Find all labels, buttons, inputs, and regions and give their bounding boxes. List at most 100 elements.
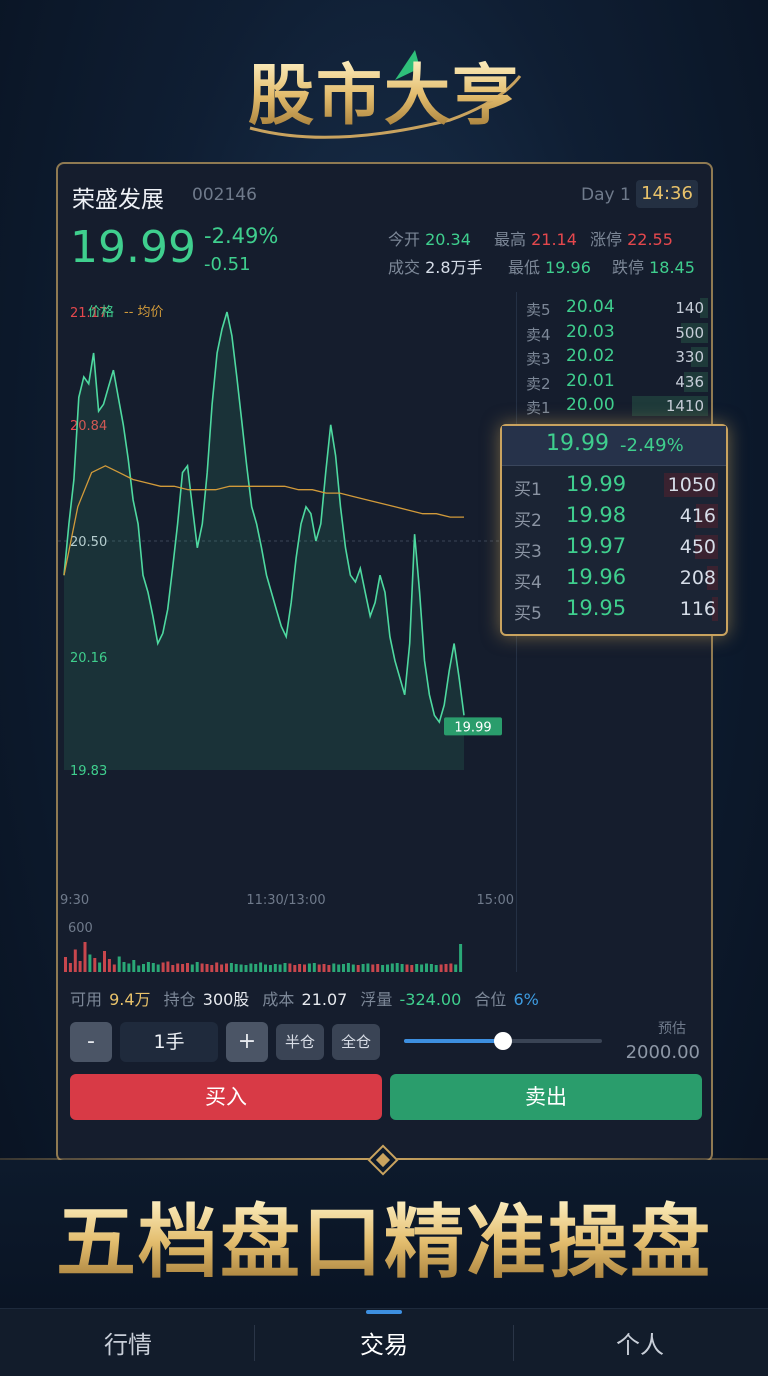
volume-bar (332, 963, 336, 972)
legend-price: 价格 (88, 304, 114, 320)
stat-high: 最高 21.14 (494, 230, 577, 249)
ask-row[interactable]: 卖1 20.00 1410 (518, 394, 708, 418)
ask-price: 20.02 (566, 346, 615, 366)
bid-level-label: 买5 (514, 604, 542, 624)
position-slider[interactable] (404, 1032, 602, 1050)
volume-bar (337, 964, 341, 972)
volume-bar (137, 965, 141, 972)
volume-bar (229, 963, 233, 972)
volume-bar (244, 965, 248, 972)
bid-level-label: 买3 (514, 542, 542, 562)
volume-bar (156, 964, 160, 972)
volume-bar (264, 964, 267, 972)
volume-bar (415, 964, 419, 972)
increase-qty-button[interactable]: + (226, 1022, 268, 1062)
volume-bar (283, 963, 287, 972)
decrease-qty-button[interactable]: - (70, 1022, 112, 1062)
ask-volume: 1410 (665, 397, 704, 415)
ask-volume: 140 (675, 299, 704, 317)
volume-bar (361, 964, 365, 972)
volume-bar (386, 964, 389, 972)
bid-volume: 116 (679, 598, 716, 620)
volume-bar (117, 956, 121, 972)
tab-market[interactable]: 行情 (0, 1325, 256, 1360)
volume-bar (132, 960, 136, 972)
ask-row[interactable]: 卖2 20.01 436 (518, 370, 708, 394)
volume-bar (161, 962, 165, 972)
bid-volume: 208 (679, 567, 716, 589)
bid-book-header: 19.99 -2.49% (502, 426, 726, 466)
quantity-input[interactable]: 1手 (120, 1022, 218, 1062)
bid-header-price: 19.99 (546, 431, 609, 456)
volume-bar (88, 954, 92, 972)
bid-row[interactable]: 买5 19.95 116 (502, 594, 726, 624)
ask-volume: 436 (675, 372, 704, 391)
ask-row[interactable]: 卖4 20.03 500 (518, 321, 708, 345)
volume-bar (146, 962, 150, 972)
volume-bar (171, 965, 175, 972)
tab-profile[interactable]: 个人 (512, 1325, 768, 1360)
ask-row[interactable]: 卖3 20.02 330 (518, 345, 708, 369)
app-logo: 股市大亨 (248, 50, 522, 139)
ask-price: 20.00 (566, 395, 615, 415)
current-price: 19.99 (70, 222, 196, 273)
half-position-button[interactable]: 半仓 (276, 1024, 324, 1060)
volume-bar (449, 963, 453, 972)
volume-bar (176, 963, 180, 972)
volume-bar (371, 964, 375, 972)
bid-row[interactable]: 买2 19.98 416 (502, 501, 726, 531)
bid-price: 19.97 (566, 534, 627, 558)
volume-bar (298, 964, 302, 972)
bid-price: 19.96 (566, 565, 627, 589)
ask-price: 20.03 (566, 321, 615, 342)
stat-low: 最低 19.96 (508, 258, 591, 277)
volume-bar (142, 964, 145, 972)
stat-open: 今开 20.34 (388, 230, 471, 249)
volume-bar (395, 963, 399, 972)
volume-bar (215, 962, 219, 972)
chart-canvas: 21.1720.8420.5020.1619.83价格-- 均价19.999:3… (58, 304, 516, 972)
x-axis-label: 9:30 (60, 893, 89, 908)
bid-row[interactable]: 买4 19.96 208 (502, 563, 726, 593)
buy-button[interactable]: 买入 (70, 1074, 382, 1120)
tab-trade[interactable]: 交易 (256, 1325, 512, 1360)
volume-bar (322, 964, 326, 972)
volume-bar (195, 962, 199, 972)
bid-price: 19.98 (566, 503, 627, 527)
volume-bar (93, 958, 97, 972)
volume-bar (186, 963, 189, 972)
bid-volume: 416 (679, 505, 716, 527)
volume-bar (249, 963, 253, 972)
stat-limit-down: 跌停 18.45 (612, 258, 695, 277)
ask-row[interactable]: 卖5 20.04 140 (518, 296, 708, 320)
volume-bar (112, 964, 116, 972)
volume-bar (420, 964, 424, 972)
volume-bar (181, 964, 185, 972)
volume-bar (317, 964, 321, 972)
bid-row[interactable]: 买3 19.97 450 (502, 532, 726, 562)
day-label: Day 1 (581, 185, 631, 205)
volume-bar (444, 964, 448, 972)
sell-button[interactable]: 卖出 (390, 1074, 702, 1120)
bid-row[interactable]: 买1 19.99 1050 (502, 470, 726, 500)
volume-axis-label: 600 (68, 921, 93, 936)
volume-bar (381, 965, 385, 972)
ask-level-label: 卖5 (526, 301, 551, 319)
intraday-chart[interactable]: 21.1720.8420.5020.1619.83价格-- 均价19.999:3… (58, 292, 516, 972)
last-price-tag: 19.99 (454, 720, 491, 735)
volume-bar (366, 963, 370, 972)
full-position-button[interactable]: 全仓 (332, 1024, 380, 1060)
estimate-label: 预估 (658, 1021, 686, 1037)
slider-handle[interactable] (494, 1032, 512, 1050)
volume-bar (342, 964, 345, 972)
estimate-value: 2000.00 (625, 1042, 700, 1063)
bid-level-label: 买4 (514, 573, 542, 593)
ask-level-label: 卖4 (526, 325, 551, 344)
volume-bar (454, 964, 458, 972)
volume-bar (278, 964, 282, 972)
stat-limit-up: 涨停 22.55 (590, 230, 673, 249)
price-change: -0.51 (204, 254, 251, 275)
bid-level-label: 买1 (514, 480, 542, 500)
volume-bar (78, 961, 82, 972)
volume-bar (239, 964, 243, 972)
